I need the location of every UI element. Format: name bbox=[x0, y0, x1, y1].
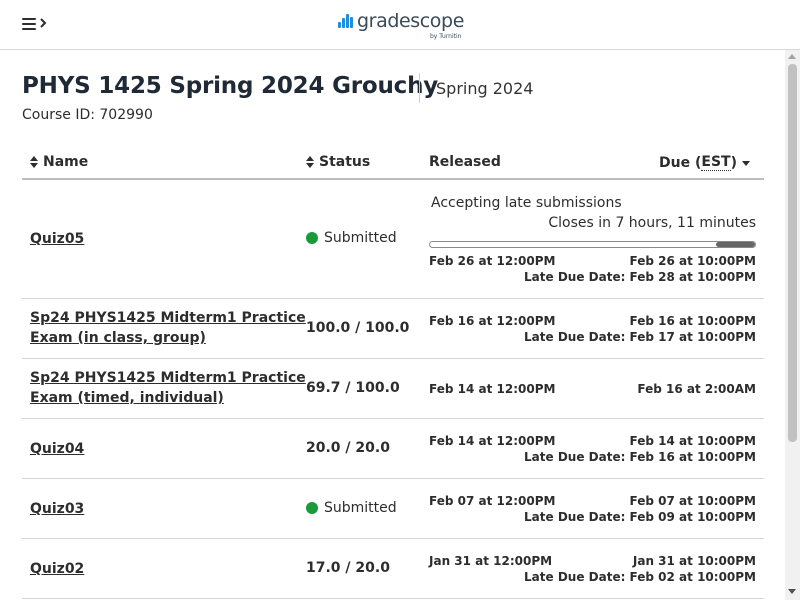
logo-bars-icon bbox=[338, 14, 354, 28]
due-column-header[interactable]: Due (EST) bbox=[659, 154, 750, 171]
late-due-date: Late Due Date: Feb 17 at 10:00PM bbox=[524, 330, 756, 344]
sort-descending-icon bbox=[742, 161, 750, 166]
late-due-date: Late Due Date: Feb 28 at 10:00PM bbox=[524, 270, 756, 284]
assignment-link[interactable]: Sp24 PHYS1425 Midterm1 Practice Exam (ti… bbox=[30, 368, 310, 408]
top-navigation-bar: gradescope by Turnitin bbox=[0, 0, 800, 50]
assignments-table-header: Name Status Released Due (EST) bbox=[22, 150, 764, 180]
time-remaining: Closes in 7 hours, 11 minutes bbox=[548, 215, 756, 231]
assignment-row: Quiz03 Submitted Feb 07 at 12:00PM Feb 0… bbox=[22, 479, 764, 539]
assignment-score: 69.7 / 100.0 bbox=[306, 380, 400, 396]
scroll-up-arrow-icon[interactable] bbox=[788, 54, 796, 59]
timezone-abbr: EST bbox=[701, 154, 731, 171]
assignment-row: Sp24 PHYS1425 Midterm1 Practice Exam (ti… bbox=[22, 359, 764, 419]
late-due-date: Late Due Date: Feb 16 at 10:00PM bbox=[524, 450, 756, 464]
logo-subtext: by Turnitin bbox=[430, 33, 462, 40]
scrollbar-thumb[interactable] bbox=[788, 64, 797, 442]
sort-icon bbox=[306, 156, 315, 168]
release-date: Feb 16 at 12:00PM bbox=[429, 314, 556, 328]
release-date: Feb 14 at 12:00PM bbox=[429, 382, 556, 396]
due-date: Feb 16 at 10:00PM bbox=[629, 314, 756, 328]
late-due-date: Late Due Date: Feb 02 at 10:00PM bbox=[524, 570, 756, 584]
late-due-date: Late Due Date: Feb 09 at 10:00PM bbox=[524, 510, 756, 524]
due-date: Feb 26 at 10:00PM bbox=[629, 254, 756, 268]
assignment-row: Sp24 PHYS1425 Midterm1 Practice Exam (in… bbox=[22, 299, 764, 359]
due-date: Feb 07 at 10:00PM bbox=[629, 494, 756, 508]
released-column-header[interactable]: Released bbox=[429, 154, 501, 170]
due-date: Feb 16 at 2:00AM bbox=[637, 382, 756, 396]
chevron-right-icon bbox=[40, 18, 47, 28]
submitted-check-icon bbox=[306, 232, 318, 244]
assignment-score: 17.0 / 20.0 bbox=[306, 560, 390, 576]
submitted-check-icon bbox=[306, 502, 318, 514]
release-date: Feb 07 at 12:00PM bbox=[429, 494, 556, 508]
submission-status: Submitted bbox=[306, 500, 397, 516]
status-column-header[interactable]: Status bbox=[306, 154, 370, 170]
gradescope-logo[interactable]: gradescope by Turnitin bbox=[338, 10, 464, 43]
due-date: Feb 14 at 10:00PM bbox=[629, 434, 756, 448]
assignment-link[interactable]: Quiz02 bbox=[30, 559, 310, 579]
submission-status: Submitted bbox=[306, 230, 397, 246]
name-column-header[interactable]: Name bbox=[30, 154, 88, 170]
assignment-link[interactable]: Quiz03 bbox=[30, 499, 310, 519]
assignment-link[interactable]: Quiz04 bbox=[30, 439, 310, 459]
course-term: Spring 2024 bbox=[436, 79, 534, 98]
course-id: Course ID: 702990 bbox=[22, 107, 153, 123]
hamburger-icon bbox=[22, 18, 36, 30]
assignment-score: 20.0 / 20.0 bbox=[306, 440, 390, 456]
release-date: Feb 14 at 12:00PM bbox=[429, 434, 556, 448]
time-progress-fill bbox=[716, 242, 755, 247]
time-progress-bar bbox=[429, 241, 756, 248]
release-date: Feb 26 at 12:00PM bbox=[429, 254, 556, 268]
scroll-down-arrow-icon[interactable] bbox=[788, 589, 796, 594]
course-title: PHYS 1425 Spring 2024 Grouchy bbox=[22, 73, 439, 99]
due-date: Jan 31 at 10:00PM bbox=[632, 554, 756, 568]
late-submission-notice: Accepting late submissions bbox=[431, 195, 622, 211]
title-divider bbox=[419, 73, 420, 103]
assignment-link[interactable]: Sp24 PHYS1425 Midterm1 Practice Exam (in… bbox=[30, 308, 310, 348]
assignment-link[interactable]: Quiz05 bbox=[30, 229, 310, 249]
sidebar-toggle-button[interactable] bbox=[22, 16, 50, 34]
assignment-score: 100.0 / 100.0 bbox=[306, 320, 410, 336]
sort-icon bbox=[30, 156, 39, 168]
assignment-row: Quiz05 Submitted Accepting late submissi… bbox=[22, 181, 764, 299]
release-date: Jan 31 at 12:00PM bbox=[429, 554, 553, 568]
logo-text: gradescope bbox=[357, 10, 464, 32]
assignment-row: Quiz02 17.0 / 20.0 Jan 31 at 12:00PM Jan… bbox=[22, 539, 764, 599]
assignment-row: Quiz04 20.0 / 20.0 Feb 14 at 12:00PM Feb… bbox=[22, 419, 764, 479]
